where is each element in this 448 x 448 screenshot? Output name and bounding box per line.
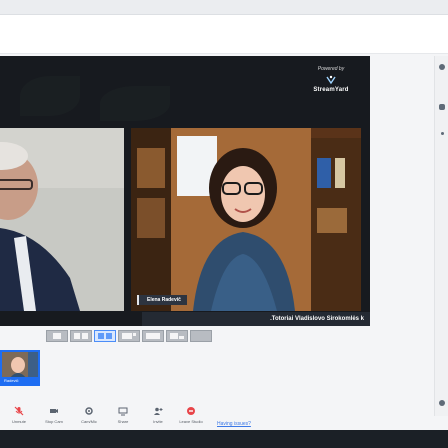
self-view-thumbnail[interactable]: Radevič <box>0 350 40 386</box>
layout-selector <box>46 330 212 344</box>
invite-button[interactable]: Invite <box>145 406 171 424</box>
layout-blank[interactable] <box>190 330 212 342</box>
leave-icon <box>187 407 195 415</box>
layout-group[interactable] <box>70 330 92 342</box>
sidebar-dot-icon[interactable] <box>441 132 444 135</box>
invite-label: Invite <box>153 419 163 424</box>
layout-leader[interactable] <box>118 330 140 342</box>
broadcast-stage: Powered by StreamYard Elena Radevič .Tot… <box>0 56 370 326</box>
having-issues-link[interactable]: Having issues? <box>217 421 251 427</box>
stop-cam-button[interactable]: Stop Cam <box>41 406 67 424</box>
layout-picture-in-picture[interactable] <box>166 330 188 342</box>
add-person-icon <box>154 407 163 415</box>
powered-by-text: Powered by <box>317 66 345 72</box>
sidebar-chat-icon[interactable] <box>439 104 445 110</box>
layout-single[interactable] <box>46 330 68 342</box>
streamyard-logo-icon <box>326 75 336 85</box>
layout-screen[interactable] <box>142 330 164 342</box>
unmute-label: Unmute <box>11 419 26 424</box>
gear-icon <box>85 407 93 415</box>
streamyard-branding: Powered by StreamYard <box>300 62 362 93</box>
stream-banner: .Totoriai Vladislovo Sirokomlės k <box>142 312 370 326</box>
participant-tile-left <box>0 128 124 311</box>
studio-header <box>0 15 448 54</box>
stop-cam-label: Stop Cam <box>45 419 63 424</box>
participant-video <box>131 128 361 311</box>
cam-mic-button[interactable]: Cam/Mic <box>76 406 102 424</box>
share-button[interactable]: Share <box>110 406 136 424</box>
participant-name-tag: Elena Radevič <box>137 295 187 305</box>
right-sidebar <box>434 56 448 416</box>
sidebar-settings-icon[interactable] <box>439 400 445 406</box>
brand-name: StreamYard <box>313 87 349 93</box>
leave-studio-label: Leave Studio <box>179 419 203 424</box>
browser-top-bar <box>0 0 448 15</box>
self-view-label: Radevič <box>2 377 38 384</box>
camera-icon <box>50 409 58 413</box>
background-leaf-decoration <box>100 86 170 121</box>
participant-tile-right: Elena Radevič <box>131 128 361 311</box>
screen-share-icon <box>118 407 128 416</box>
leave-studio-button[interactable]: Leave Studio <box>178 406 204 424</box>
page-footer <box>0 430 448 448</box>
layout-split[interactable] <box>94 330 116 342</box>
cam-mic-label: Cam/Mic <box>81 419 97 424</box>
unmute-button[interactable]: Unmute <box>6 406 32 424</box>
participant-video <box>0 128 124 311</box>
background-leaf-decoration <box>20 76 80 116</box>
sidebar-status-icon[interactable] <box>439 64 445 70</box>
mic-off-icon <box>14 406 24 416</box>
share-label: Share <box>117 419 129 424</box>
